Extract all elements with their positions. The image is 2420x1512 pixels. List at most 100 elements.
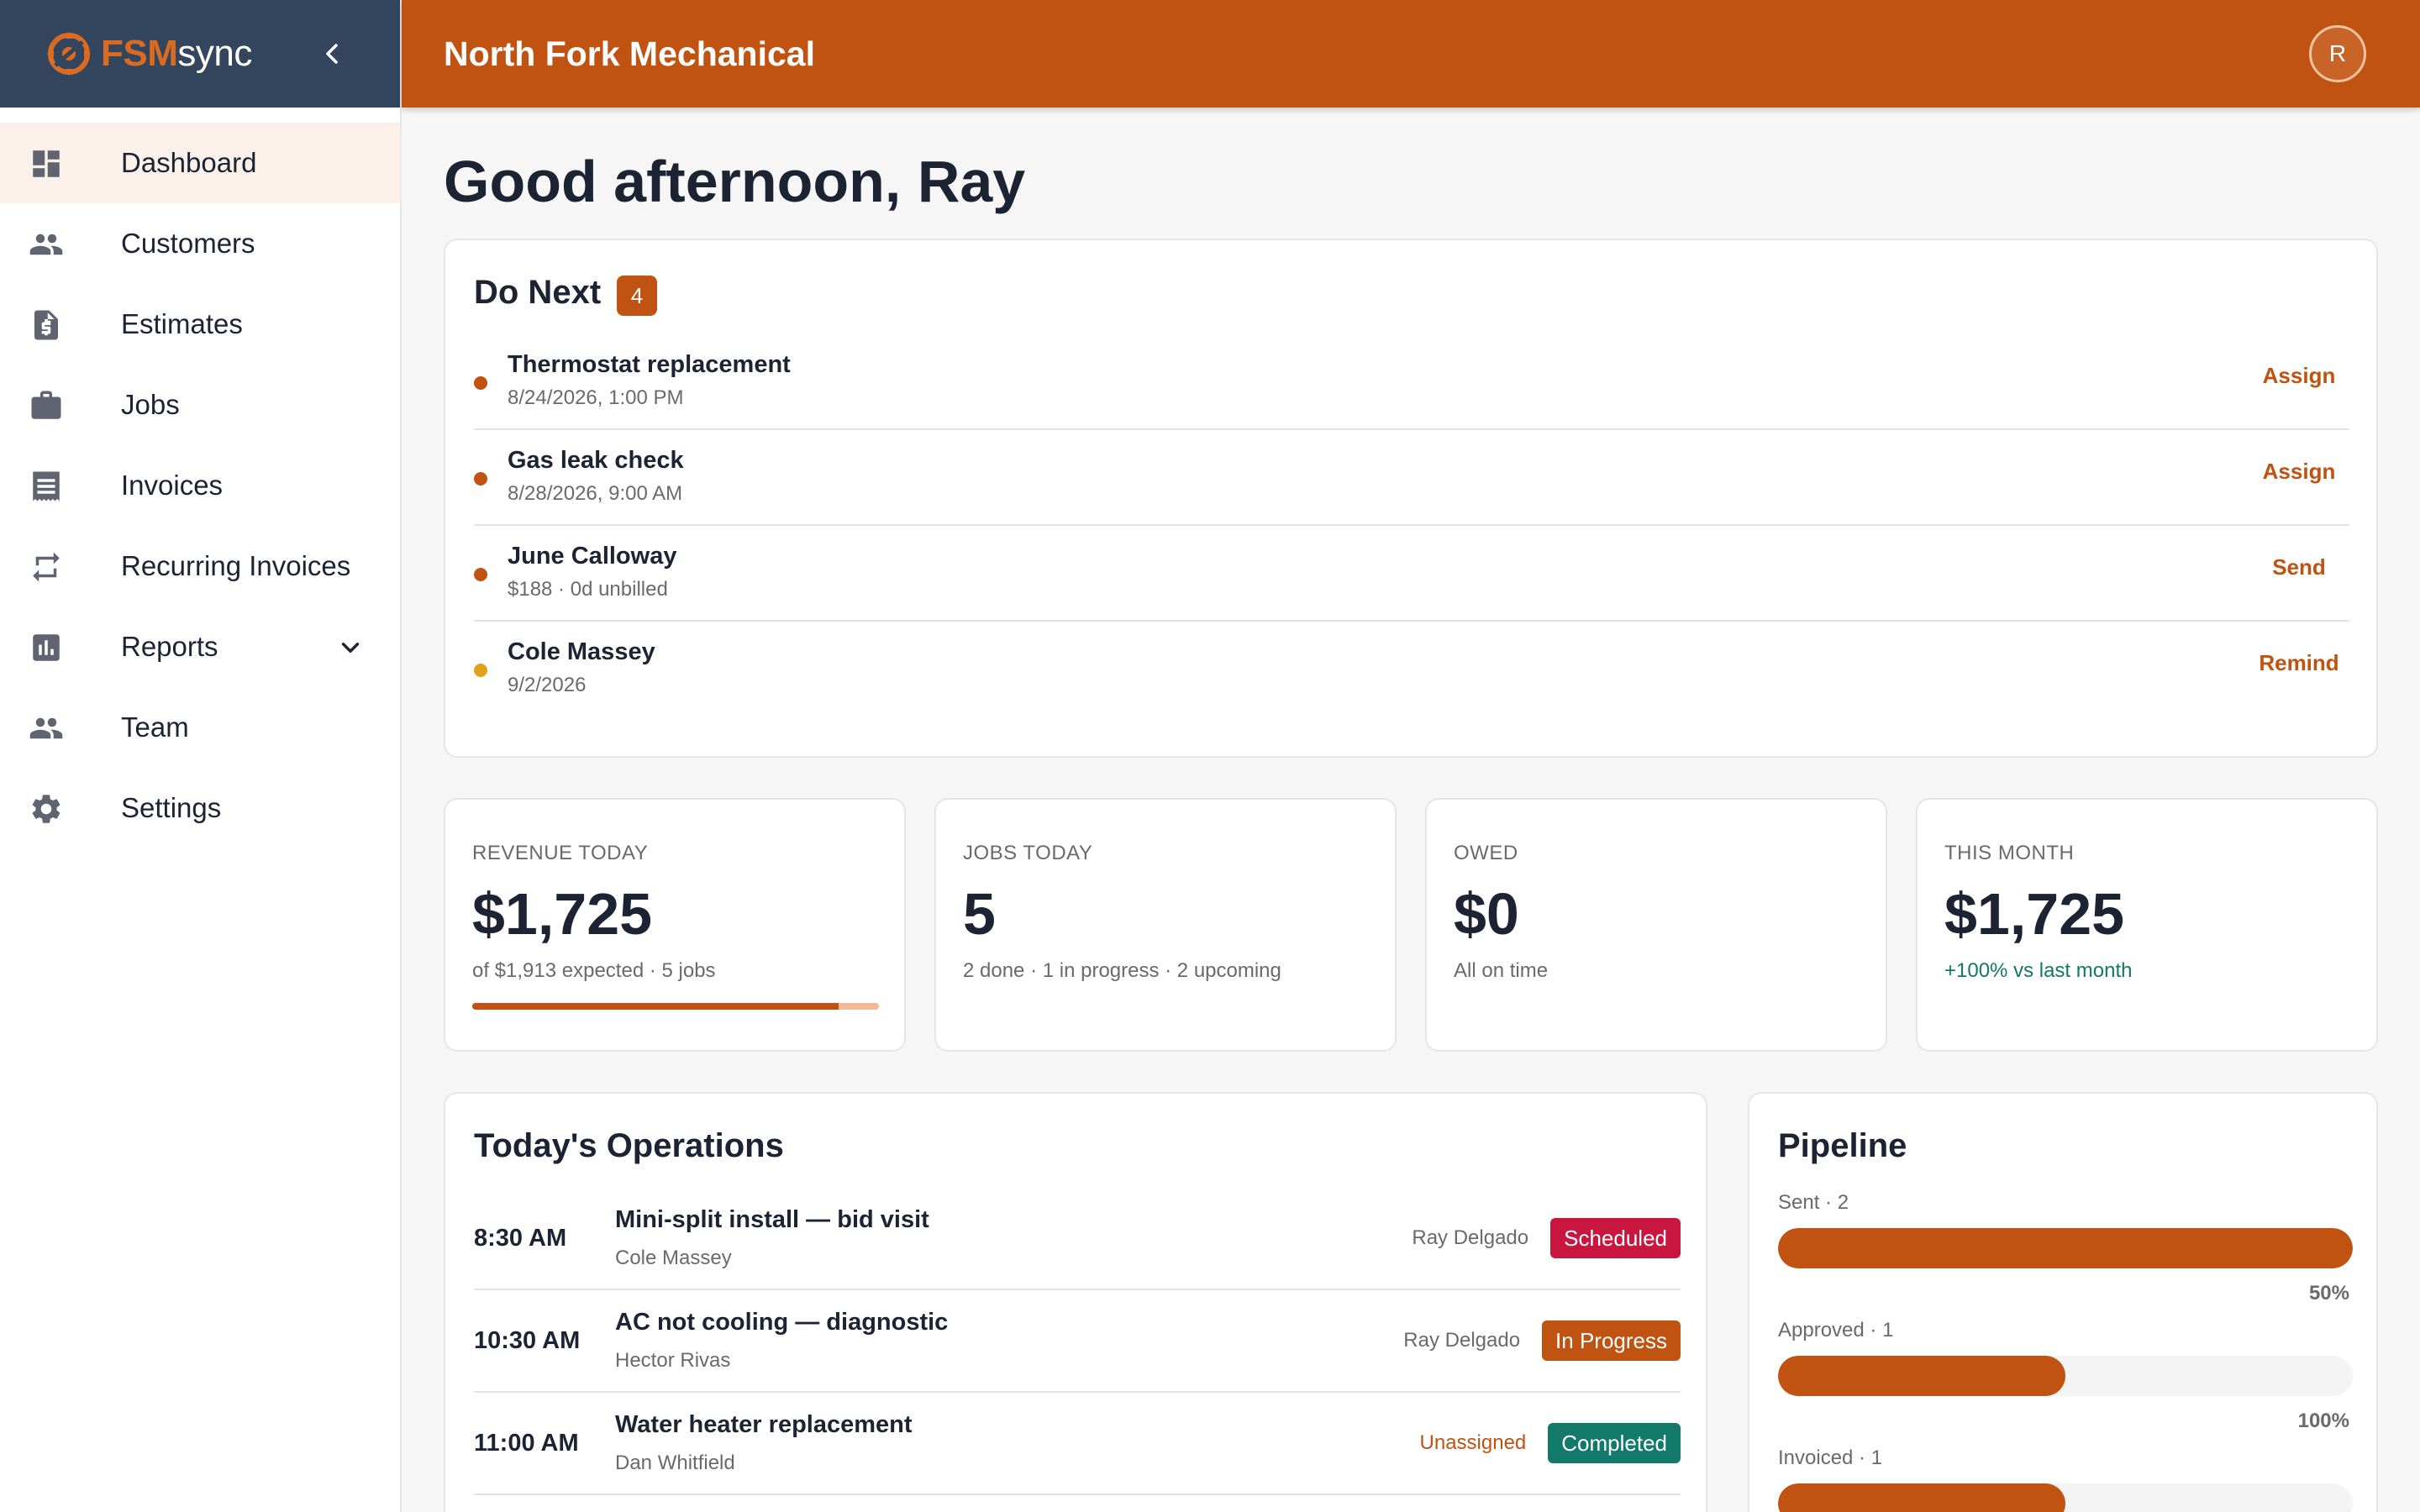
stat-subtitle: All on time [1454, 959, 1549, 982]
briefcase-icon [31, 391, 61, 419]
assigned-tech: Ray Delgado [1412, 1226, 1529, 1249]
task-row: Thermostat replacement 8/24/2026, 1:00 P… [474, 334, 2349, 430]
pipeline-stage-label: Invoiced · 1 [1778, 1446, 1883, 1469]
sidebar-item-customers[interactable]: Customers [0, 203, 400, 284]
bar-chart-icon [33, 634, 60, 661]
brand-name: FSMsync [101, 33, 252, 75]
operation-meta: Ray Delgado In Progress [1403, 1320, 1681, 1361]
stat-subtitle: +100% vs last month [1944, 959, 2133, 982]
revenue-progress-fill [472, 1003, 839, 1010]
sidebar-item-estimates[interactable]: Estimates [0, 284, 400, 365]
pipeline-bar[interactable] [1778, 1483, 2353, 1512]
task-title: Cole Massey [508, 638, 655, 665]
collapse-sidebar-chevron-icon[interactable] [316, 37, 350, 71]
priority-dot [474, 376, 487, 390]
sidebar-item-label: Customers [121, 228, 255, 259]
operation-customer: Cole Massey [615, 1247, 732, 1269]
task-row: June Calloway $188 · 0d unbilled Send [474, 526, 2349, 622]
sidebar-item-jobs[interactable]: Jobs [0, 365, 400, 445]
operation-customer: Dan Whitfield [615, 1452, 735, 1474]
sidebar-item-reports[interactable]: Reports [0, 606, 400, 687]
sidebar: FSMsync Dashboard Customers Estimates Jo… [0, 0, 402, 1512]
operation-row[interactable]: 10:30 AM AC not cooling — diagnostic Hec… [474, 1290, 1681, 1393]
revenue-progress-bar [472, 1003, 879, 1010]
do-next-count-badge: 4 [617, 276, 657, 316]
brand-fsm: FSM [101, 33, 178, 74]
operation-time: 8:30 AM [474, 1225, 567, 1252]
stat-label: OWED [1454, 842, 1518, 864]
pipeline-title: Pipeline [1778, 1127, 1907, 1164]
dashboard-icon [33, 150, 60, 177]
user-avatar[interactable]: R [2309, 25, 2366, 82]
status-badge: Scheduled [1550, 1218, 1681, 1258]
stat-subtitle: of $1,913 expected · 5 jobs [472, 959, 716, 982]
remind-button[interactable]: Remind [2249, 650, 2349, 676]
sidebar-item-label: Team [121, 711, 189, 743]
stat-value: $1,725 [472, 881, 653, 947]
pipeline-stage-percent: 50% [2308, 1282, 2349, 1305]
task-subtitle: 8/24/2026, 1:00 PM [508, 386, 684, 409]
task-row: Gas leak check 8/28/2026, 9:00 AM Assign [474, 430, 2349, 526]
operation-time: 11:00 AM [474, 1430, 579, 1457]
sidebar-item-label: Invoices [121, 470, 224, 501]
task-row: Cole Massey 9/2/2026 Remind [474, 622, 2349, 717]
pipeline-stage-percent: 100% [2297, 1410, 2349, 1432]
do-next-title: Do Next [474, 274, 602, 311]
pipeline-bar[interactable] [1778, 1356, 2353, 1396]
task-title: Thermostat replacement [508, 351, 791, 378]
sidebar-item-recurring-invoices[interactable]: Recurring Invoices [0, 526, 400, 606]
sidebar-item-team[interactable]: Team [0, 687, 400, 768]
operation-row[interactable]: 8:30 AM Mini-split install — bid visit C… [474, 1188, 1681, 1290]
sidebar-item-invoices[interactable]: Invoices [0, 445, 400, 526]
operation-meta: Unassigned Completed [1420, 1423, 1681, 1463]
pipeline-stage-label: Approved · 1 [1778, 1319, 1894, 1341]
send-button[interactable]: Send [2249, 554, 2349, 580]
task-subtitle: 9/2/2026 [508, 674, 587, 696]
pipeline-card: Pipeline Sent · 2 50% Approved · 1 100% … [1748, 1092, 2378, 1512]
page-title: Good afternoon, Ray [444, 149, 1026, 214]
sidebar-nav: Dashboard Customers Estimates Jobs Invoi… [0, 123, 400, 848]
assigned-tech[interactable]: Unassigned [1420, 1431, 1527, 1455]
revenue-today-card[interactable]: REVENUE TODAY $1,725 of $1,913 expected … [444, 798, 906, 1052]
priority-dot [474, 568, 487, 581]
operation-title: Water heater replacement [615, 1411, 913, 1438]
repeat-icon [33, 552, 60, 582]
task-subtitle: 8/28/2026, 9:00 AM [508, 482, 683, 505]
priority-dot [474, 472, 487, 486]
assign-button[interactable]: Assign [2249, 459, 2349, 485]
stat-value: $0 [1454, 881, 1519, 947]
sidebar-item-label: Estimates [121, 308, 243, 339]
chevron-down-icon[interactable] [336, 633, 365, 662]
sidebar-item-dashboard[interactable]: Dashboard [0, 123, 400, 203]
stat-value: 5 [963, 881, 996, 947]
sidebar-item-settings[interactable]: Settings [0, 768, 400, 848]
this-month-card[interactable]: THIS MONTH $1,725 +100% vs last month [1916, 798, 2378, 1052]
status-badge: Completed [1548, 1423, 1681, 1463]
sidebar-item-label: Reports [121, 631, 218, 662]
brand-header: FSMsync [0, 0, 400, 108]
operation-row[interactable]: 11:00 AM Water heater replacement Dan Wh… [474, 1393, 1681, 1495]
assign-button[interactable]: Assign [2249, 363, 2349, 389]
logo-icon [47, 32, 91, 76]
jobs-today-card[interactable]: JOBS TODAY 5 2 done · 1 in progress · 2 … [934, 798, 1397, 1052]
operations-title: Today's Operations [474, 1127, 784, 1164]
operation-title: Mini-split install — bid visit [615, 1206, 929, 1233]
stat-value: $1,725 [1944, 881, 2125, 947]
owed-card[interactable]: OWED $0 All on time [1425, 798, 1887, 1052]
operation-meta: Ray Delgado Scheduled [1412, 1218, 1681, 1258]
sidebar-item-label: Dashboard [121, 147, 257, 178]
sidebar-item-label: Jobs [121, 389, 180, 420]
company-name: North Fork Mechanical [444, 34, 815, 73]
team-icon [29, 717, 63, 739]
pipeline-stage-label: Sent · 2 [1778, 1191, 1849, 1214]
sidebar-item-label: Settings [121, 792, 222, 823]
do-next-card: Do Next 4 Thermostat replacement 8/24/20… [444, 239, 2378, 758]
pipeline-bar-fill [1778, 1483, 2065, 1512]
stat-label: REVENUE TODAY [472, 842, 649, 864]
receipt-icon [33, 471, 60, 501]
people-icon [29, 234, 63, 255]
assigned-tech: Ray Delgado [1403, 1329, 1521, 1352]
status-badge: In Progress [1542, 1320, 1681, 1361]
stat-label: THIS MONTH [1944, 842, 2075, 864]
pipeline-bar[interactable] [1778, 1228, 2353, 1268]
